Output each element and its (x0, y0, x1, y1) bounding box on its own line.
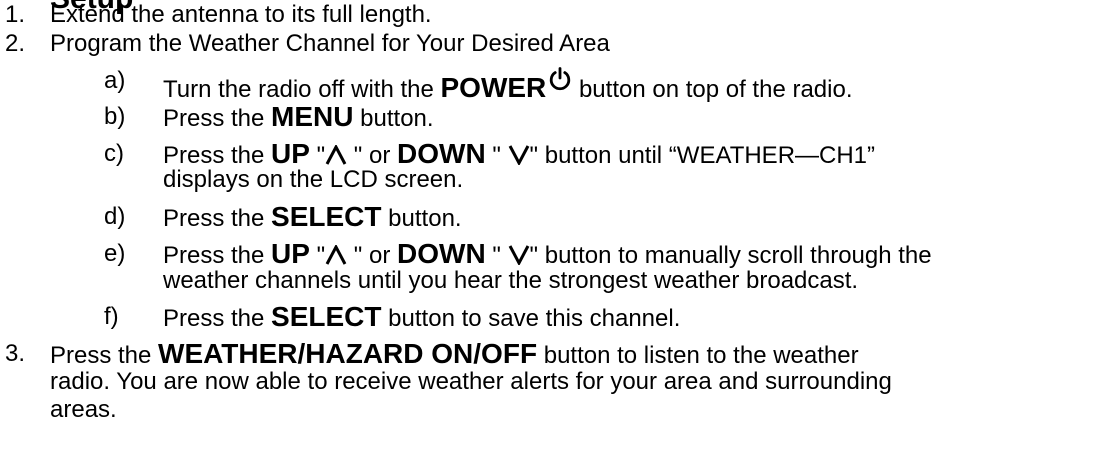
step-3-continuation-2: areas. (50, 396, 117, 423)
instructions-document: Setup 1. Extend the antenna to its full … (0, 0, 1109, 474)
substep-a-text: Turn the radio off with the POWER button… (163, 67, 853, 103)
weather-hazard-button-name: WEATHER/HAZARD ON/OFF (158, 338, 538, 369)
step-3-text: Press the WEATHER/HAZARD ON/OFF button t… (50, 338, 859, 370)
down-button-name: DOWN (397, 138, 486, 169)
substep-e-label: e) (104, 240, 126, 267)
step-3-number: 3. (5, 340, 26, 367)
substep-b-text: Press the MENU button. (163, 101, 434, 133)
substep-c-continuation: displays on the LCD screen. (163, 166, 464, 193)
step-3-continuation-1: radio. You are now able to receive weath… (50, 368, 892, 395)
substep-d-text: Press the SELECT button. (163, 201, 462, 233)
substep-f-text: Press the SELECT button to save this cha… (163, 301, 681, 333)
substep-c-label: c) (104, 140, 124, 167)
up-button-name: UP (271, 138, 310, 169)
substep-c-text: Press the UP " " or DOWN " " button unti… (163, 138, 875, 170)
power-button-name: POWER (440, 72, 547, 103)
substep-b-label: b) (104, 103, 126, 130)
substep-f-label: f) (104, 303, 119, 330)
substep-a-label: a) (104, 67, 126, 94)
step-1-number: 1. (5, 1, 26, 28)
step-2-text: Program the Weather Channel for Your Des… (50, 30, 610, 57)
step-2-number: 2. (5, 30, 26, 57)
menu-button-name: MENU (271, 101, 354, 132)
substep-e-continuation: weather channels until you hear the stro… (163, 267, 859, 294)
substep-d-label: d) (104, 203, 126, 230)
select-button-name: SELECT (271, 201, 382, 232)
select-button-name: SELECT (271, 301, 382, 332)
substep-e-text: Press the UP " " or DOWN " " button to m… (163, 238, 932, 270)
step-1-text: Extend the antenna to its full length. (50, 1, 432, 28)
down-arrow-icon (508, 144, 530, 172)
up-button-name: UP (271, 238, 310, 269)
power-icon (548, 67, 572, 98)
down-button-name: DOWN (397, 238, 486, 269)
